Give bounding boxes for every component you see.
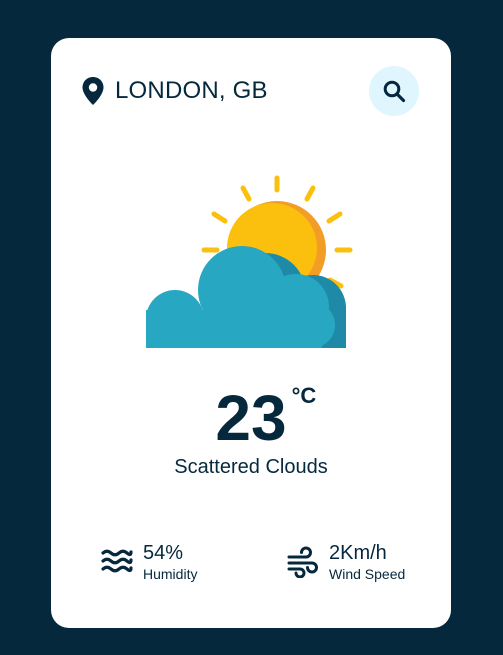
location-row: LONDON, GB xyxy=(81,76,268,106)
wind-speed-label: Wind Speed xyxy=(329,566,406,582)
wind-detail: 2Km/h Wind Speed xyxy=(287,541,405,583)
map-pin-icon xyxy=(82,77,104,105)
temperature: 23 °C xyxy=(215,382,316,454)
search-icon xyxy=(383,80,406,103)
humidity-value: 54% xyxy=(143,542,184,564)
wind-text: 2Km/h Wind Speed xyxy=(329,541,405,583)
humidity-text: 54% Humidity xyxy=(143,541,197,583)
temperature-unit: °C xyxy=(291,383,317,408)
weather-description: Scattered Clouds xyxy=(174,456,328,478)
wind-speed-value: 2Km/h xyxy=(329,542,387,564)
humidity-detail: 54% Humidity xyxy=(101,541,197,583)
water-waves-icon xyxy=(101,549,133,573)
search-button[interactable] xyxy=(369,66,419,116)
humidity-label: Humidity xyxy=(143,566,198,582)
weather-card: LONDON, GB 23 °C Scattered Clouds 54% Hu… xyxy=(51,38,451,628)
wind-icon xyxy=(287,546,318,578)
temperature-block: 23 °C xyxy=(51,383,451,453)
temperature-value: 23 xyxy=(215,382,287,454)
sun-behind-cloud-icon xyxy=(146,175,353,348)
city-label[interactable]: LONDON, GB xyxy=(115,77,268,105)
